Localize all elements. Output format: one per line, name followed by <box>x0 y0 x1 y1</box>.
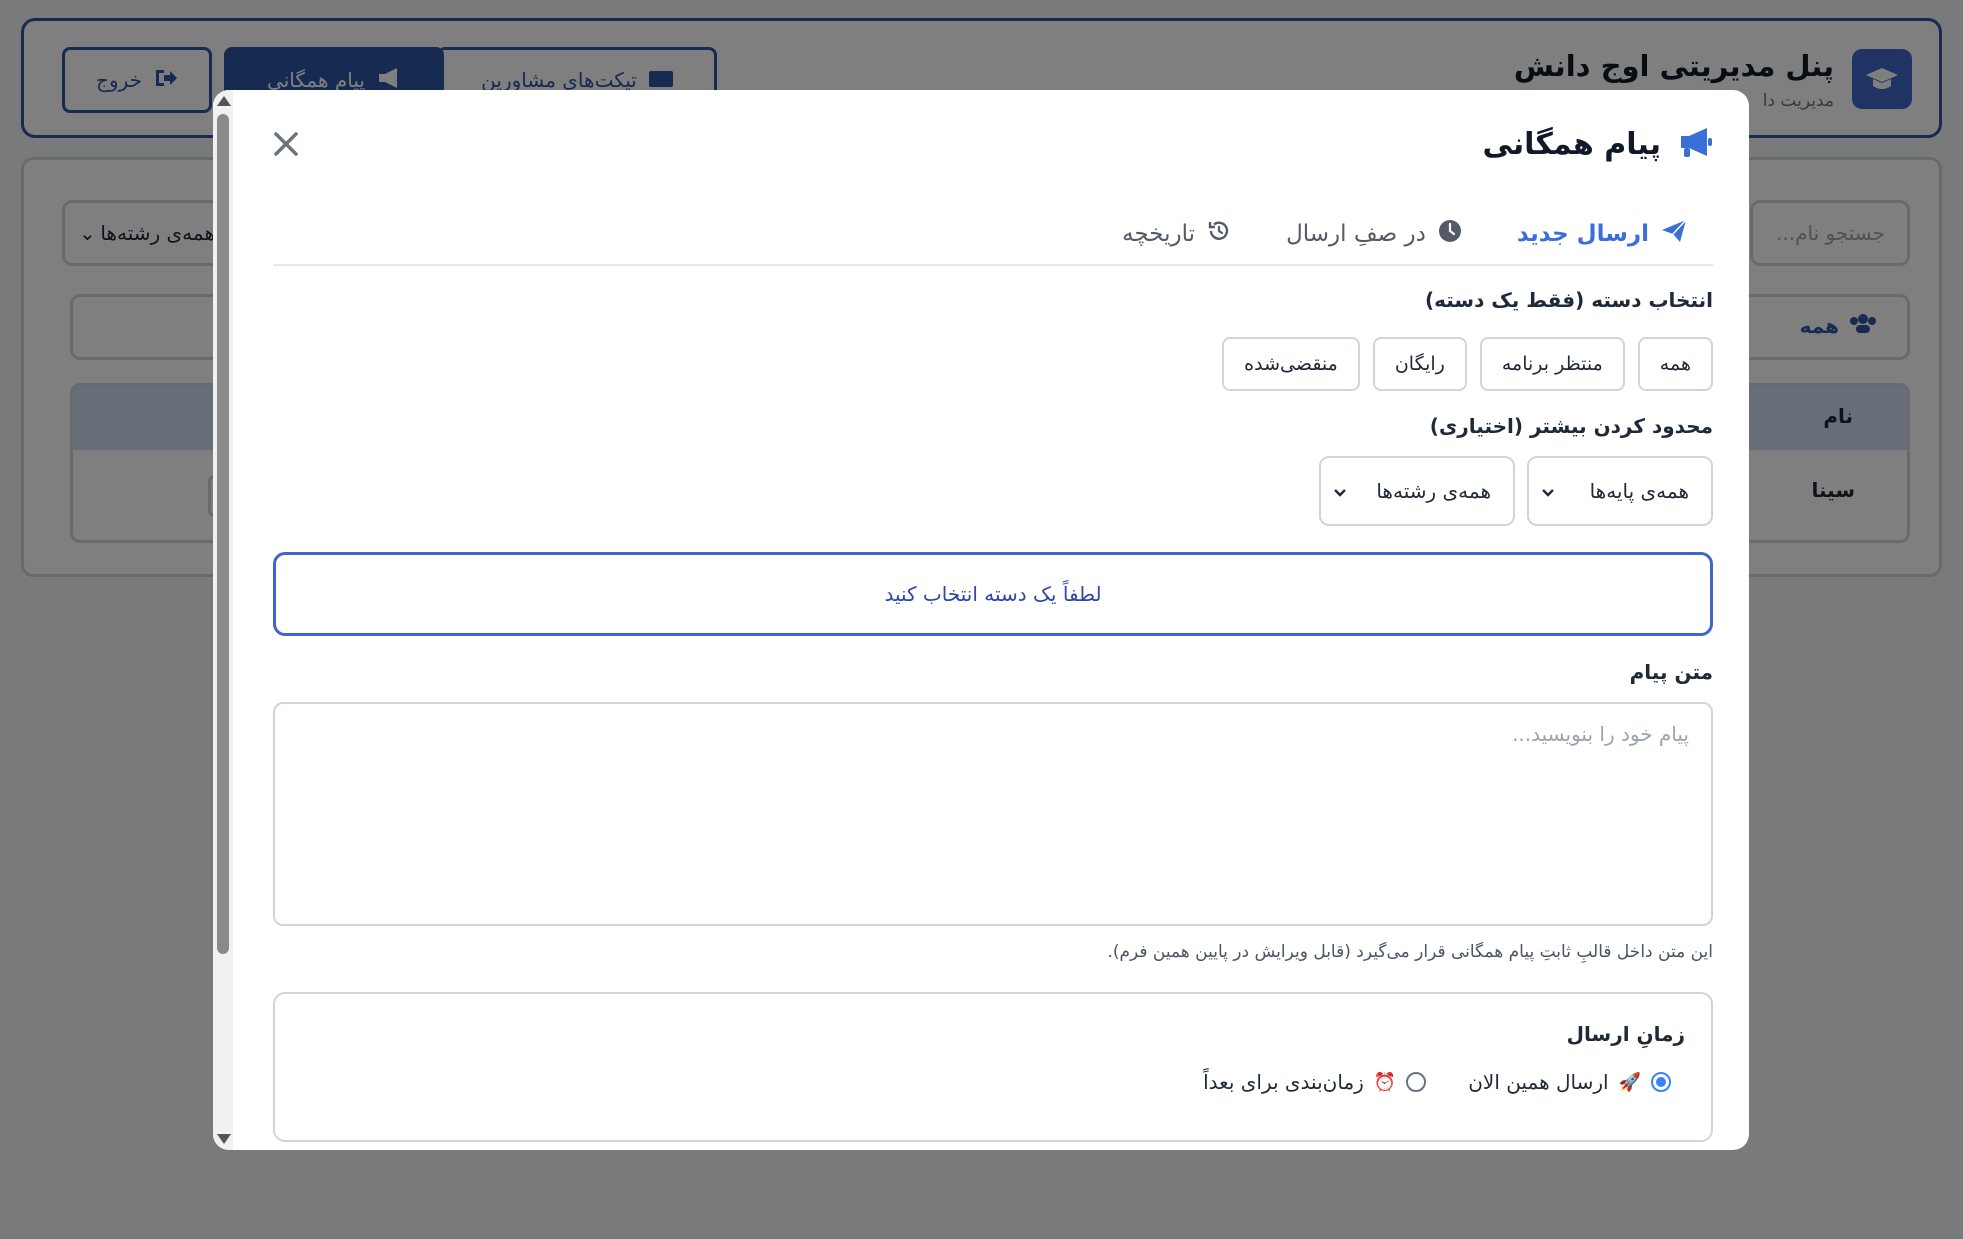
message-label: متن پیام <box>1629 660 1713 684</box>
tab-queue[interactable]: در صفِ ارسال <box>1286 210 1462 258</box>
restrict-selects: همه‌ی پایه‌ها همه‌ی رشته‌ها <box>1319 456 1713 526</box>
chevron-down-icon <box>1541 479 1555 503</box>
bullhorn-icon <box>1679 126 1713 162</box>
scroll-up-arrow-icon[interactable] <box>217 96 231 106</box>
category-chip-expired[interactable]: منقضی‌شده <box>1222 337 1360 391</box>
broadcast-modal: پیام همگانی ارسال جدید در صفِ ارسال تاری… <box>213 90 1749 1150</box>
category-label: انتخاب دسته (فقط یک دسته) <box>1424 288 1713 312</box>
tab-queue-label: در صفِ ارسال <box>1286 221 1426 247</box>
radio-schedule-later-label: زمان‌بندی برای بعداً <box>1203 1070 1364 1094</box>
scroll-down-arrow-icon[interactable] <box>217 1134 231 1144</box>
rocket-icon: 🚀 <box>1618 1071 1641 1093</box>
modal-title: پیام همگانی <box>1482 126 1661 162</box>
radio-schedule-later[interactable]: ⏰ زمان‌بندی برای بعداً <box>1203 1070 1427 1094</box>
modal-scrollbar[interactable] <box>213 90 233 1150</box>
scroll-thumb[interactable] <box>217 114 229 954</box>
tab-history[interactable]: تاریخچه <box>1122 210 1231 258</box>
paper-plane-icon <box>1661 219 1687 249</box>
category-chip-all[interactable]: همه <box>1637 337 1713 391</box>
close-icon <box>273 131 299 161</box>
tab-new-send[interactable]: ارسال جدید <box>1517 210 1687 258</box>
message-hint: این متن داخل قالبِ ثابتِ پیام همگانی قرا… <box>1107 942 1713 962</box>
field-select-value: همه‌ی رشته‌ها <box>1376 479 1491 503</box>
tab-new-send-label: ارسال جدید <box>1516 221 1649 247</box>
chevron-down-icon <box>1333 479 1347 503</box>
timing-title: زمانِ ارسال <box>1566 1022 1685 1046</box>
modal-header: پیام همگانی <box>1483 126 1713 162</box>
timing-section: زمانِ ارسال 🚀 ارسال همین الان ⏰ زمان‌بند… <box>273 992 1713 1142</box>
history-icon <box>1207 219 1231 249</box>
grade-select[interactable]: همه‌ی پایه‌ها <box>1527 456 1713 526</box>
timing-options: 🚀 ارسال همین الان ⏰ زمان‌بندی برای بعداً <box>1203 1070 1671 1094</box>
radio-send-now-control[interactable] <box>1651 1072 1671 1092</box>
field-select[interactable]: همه‌ی رشته‌ها <box>1319 456 1515 526</box>
tab-history-label: تاریخچه <box>1122 221 1196 247</box>
category-chip-free[interactable]: رایگان <box>1372 337 1467 391</box>
restrict-label: محدود کردن بیشتر (اختیاری) <box>1429 414 1713 438</box>
clock-icon <box>1438 219 1462 249</box>
select-category-notice: لطفاً یک دسته انتخاب کنید <box>273 552 1713 636</box>
message-textarea[interactable] <box>273 702 1713 926</box>
radio-send-now[interactable]: 🚀 ارسال همین الان <box>1468 1070 1671 1094</box>
grade-select-value: همه‌ی پایه‌ها <box>1589 479 1689 503</box>
close-button[interactable] <box>268 128 304 164</box>
radio-schedule-later-control[interactable] <box>1406 1072 1427 1092</box>
category-chip-awaiting-plan[interactable]: منتظر برنامه <box>1479 337 1625 391</box>
radio-send-now-label: ارسال همین الان <box>1468 1070 1609 1094</box>
category-chips: همه منتظر برنامه رایگان منقضی‌شده <box>1222 337 1713 391</box>
alarm-clock-icon: ⏰ <box>1373 1071 1397 1093</box>
modal-tabs: ارسال جدید در صفِ ارسال تاریخچه <box>273 210 1713 266</box>
